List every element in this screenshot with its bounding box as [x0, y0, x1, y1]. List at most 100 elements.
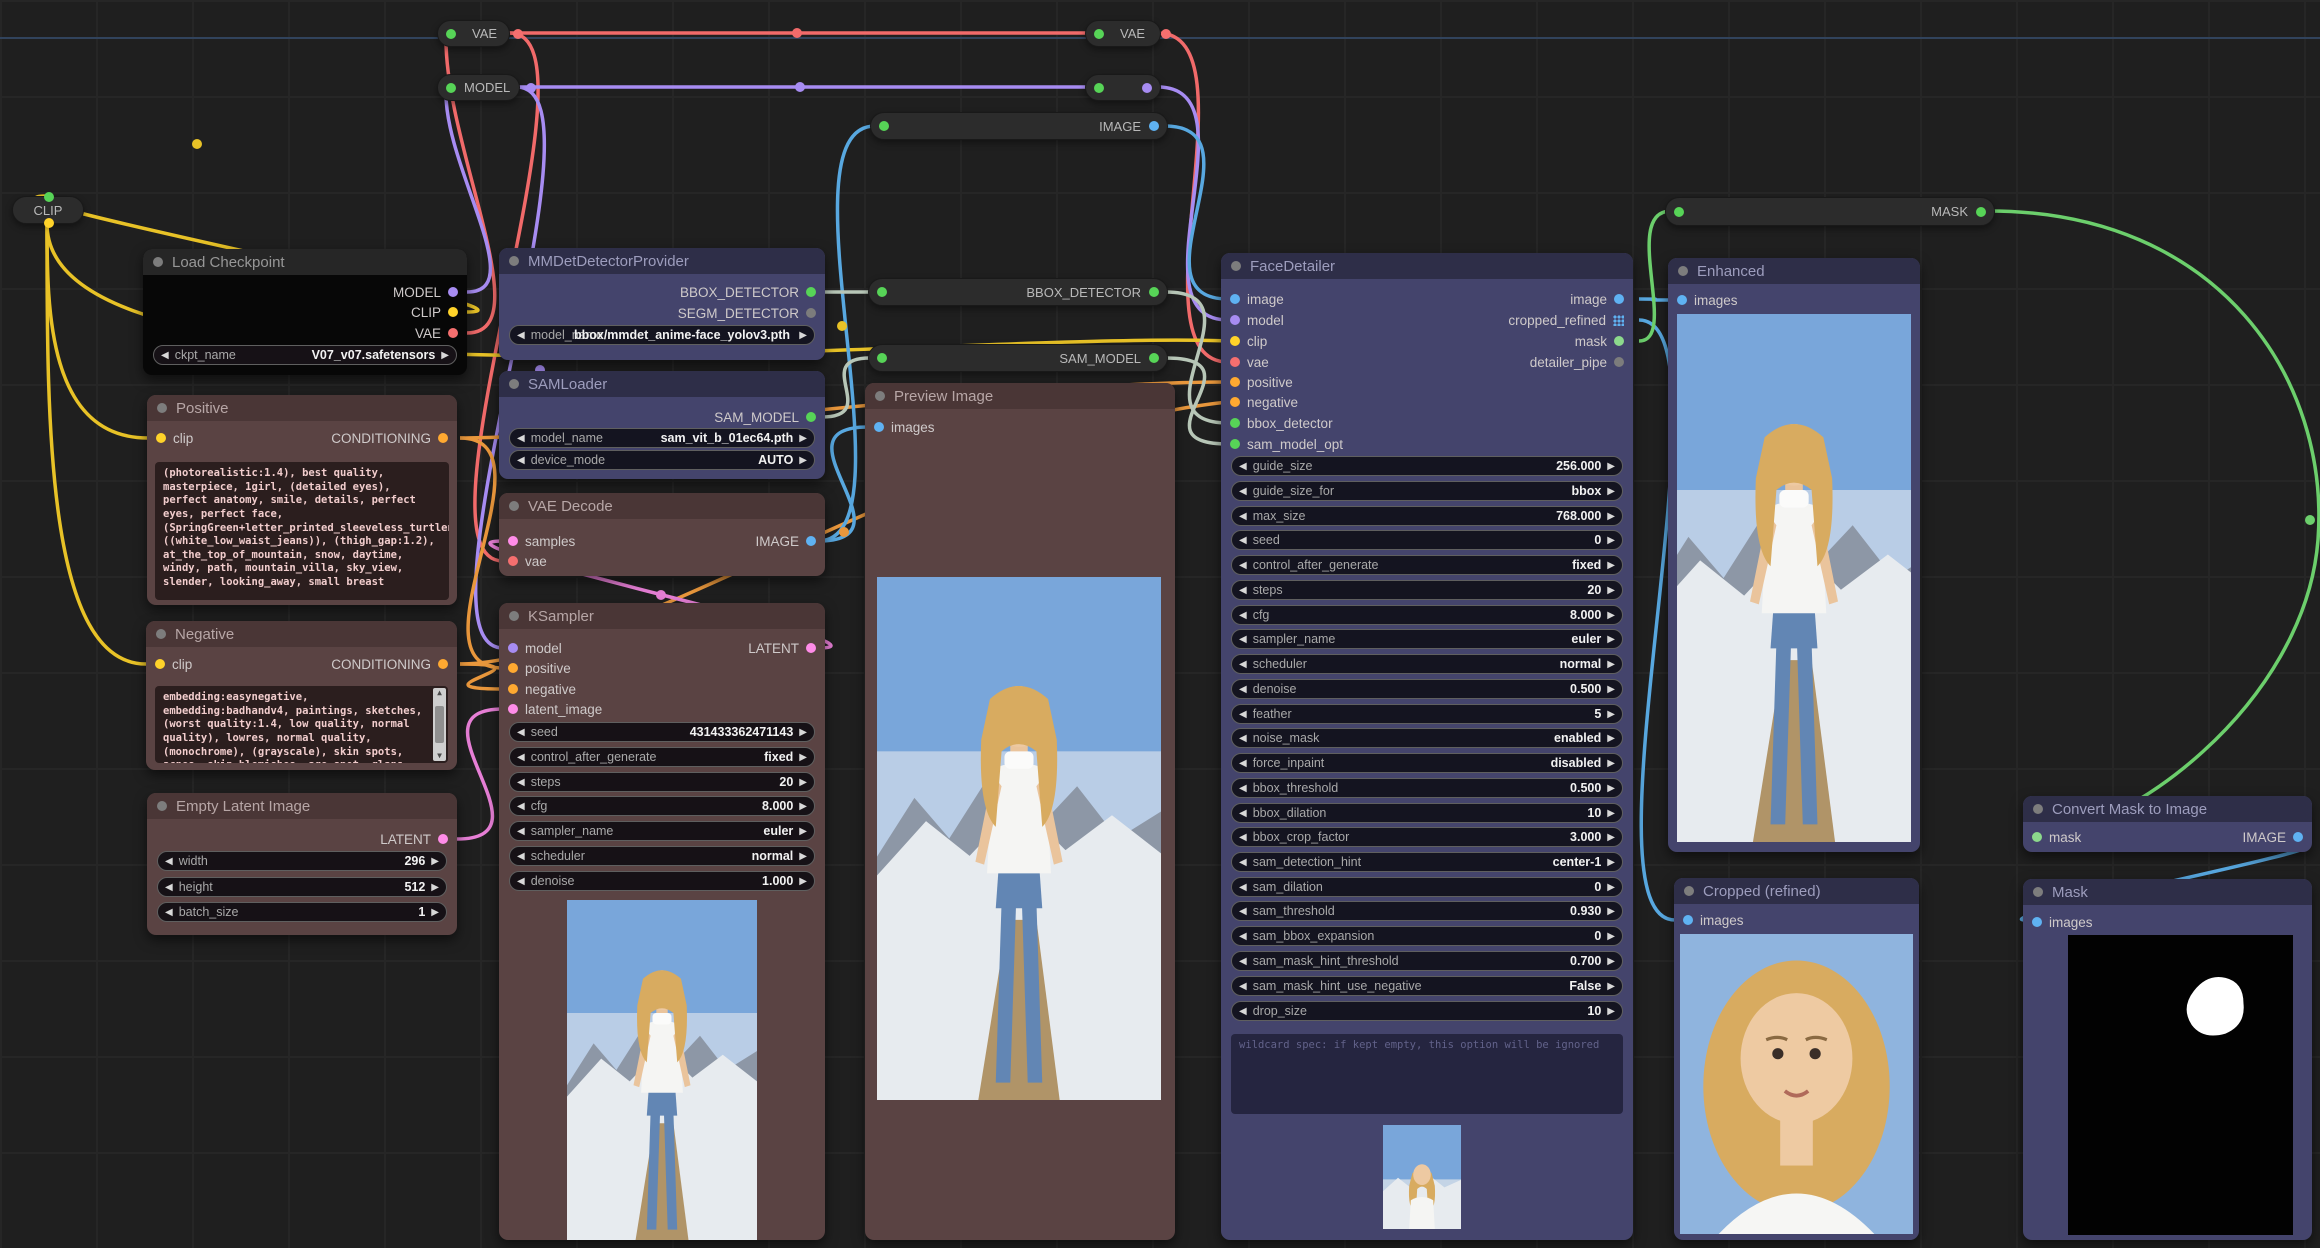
collapse-dot[interactable] — [2033, 887, 2043, 897]
widget-right-arrow[interactable]: ▶ — [1607, 511, 1615, 522]
widget-bbox-crop-factor[interactable]: ◀bbox_crop_factor3.000▶ — [1231, 827, 1623, 847]
node-header[interactable]: SAMLoader — [499, 371, 825, 397]
widget-model-name[interactable]: ◀model_namesam_vit_b_01ec64.pth▶ — [509, 428, 815, 448]
widget-left-arrow[interactable]: ◀ — [1239, 906, 1247, 917]
widget-right-arrow[interactable]: ▶ — [799, 752, 807, 763]
widget-left-arrow[interactable]: ◀ — [517, 330, 525, 341]
widget-batch-size[interactable]: ◀batch_size1▶ — [157, 902, 447, 922]
collapse-dot[interactable] — [509, 379, 519, 389]
widget-sam-mask-hint-threshold[interactable]: ◀sam_mask_hint_threshold0.700▶ — [1231, 951, 1623, 971]
collapse-dot[interactable] — [156, 629, 166, 639]
widget-right-arrow[interactable]: ▶ — [1607, 535, 1615, 546]
collapse-dot[interactable] — [153, 257, 163, 267]
reroute-output-dot[interactable] — [1149, 287, 1159, 297]
widget-left-arrow[interactable]: ◀ — [1239, 808, 1247, 819]
widget-right-arrow[interactable]: ▶ — [1607, 931, 1615, 942]
collapse-dot[interactable] — [509, 611, 519, 621]
widget-left-arrow[interactable]: ◀ — [165, 882, 173, 893]
link-dot[interactable] — [792, 28, 802, 38]
widget-left-arrow[interactable]: ◀ — [1239, 659, 1247, 670]
input-dot-bbox-detector[interactable] — [1230, 418, 1240, 428]
widget-right-arrow[interactable]: ▶ — [1607, 733, 1615, 744]
widget-right-arrow[interactable]: ▶ — [799, 777, 807, 788]
widget-left-arrow[interactable]: ◀ — [1239, 857, 1247, 868]
widget-right-arrow[interactable]: ▶ — [1607, 709, 1615, 720]
reroute-output-dot[interactable] — [513, 29, 523, 39]
widget-left-arrow[interactable]: ◀ — [1239, 1006, 1247, 1017]
widget-right-arrow[interactable]: ▶ — [441, 350, 449, 361]
reroute-input-dot[interactable] — [877, 287, 887, 297]
widget-seed[interactable]: ◀seed0▶ — [1231, 530, 1623, 550]
widget-left-arrow[interactable]: ◀ — [1239, 684, 1247, 695]
widget-right-arrow[interactable]: ▶ — [431, 856, 439, 867]
widget-denoise[interactable]: ◀denoise0.500▶ — [1231, 679, 1623, 699]
widget-scheduler[interactable]: ◀schedulernormal▶ — [1231, 654, 1623, 674]
link-dot[interactable] — [795, 82, 805, 92]
widget-right-arrow[interactable]: ▶ — [1607, 882, 1615, 893]
node-graph-canvas[interactable]: CLIP VAE MODEL VAE IMAGE BBOX_DETECTOR S… — [0, 0, 2320, 1248]
widget-sam-bbox-expansion[interactable]: ◀sam_bbox_expansion0▶ — [1231, 926, 1623, 946]
link-dot[interactable] — [837, 321, 847, 331]
node-header[interactable]: Cropped (refined) — [1674, 878, 1919, 904]
output-dot-conditioning[interactable] — [438, 659, 448, 669]
widget-right-arrow[interactable]: ▶ — [1607, 832, 1615, 843]
reroute-output-dot[interactable] — [44, 218, 54, 228]
widget-noise-mask[interactable]: ◀noise_maskenabled▶ — [1231, 728, 1623, 748]
reroute-output-dot[interactable] — [1149, 353, 1159, 363]
output-dot-segm-detector[interactable] — [806, 308, 816, 318]
reroute-model-right[interactable] — [1085, 74, 1161, 101]
reroute-input-dot[interactable] — [1094, 29, 1104, 39]
widget-right-arrow[interactable]: ▶ — [1607, 634, 1615, 645]
widget-right-arrow[interactable]: ▶ — [1607, 758, 1615, 769]
input-dot-negative[interactable] — [508, 684, 518, 694]
widget-force-inpaint[interactable]: ◀force_inpaintdisabled▶ — [1231, 753, 1623, 773]
reroute-input-dot[interactable] — [1674, 207, 1684, 217]
widget-left-arrow[interactable]: ◀ — [1239, 511, 1247, 522]
output-dot-image[interactable] — [1614, 294, 1624, 304]
output-dot-mask[interactable] — [1614, 336, 1624, 346]
widget-scheduler[interactable]: ◀schedulernormal▶ — [509, 846, 815, 866]
widget-drop-size[interactable]: ◀drop_size10▶ — [1231, 1001, 1623, 1021]
widget-left-arrow[interactable]: ◀ — [1239, 956, 1247, 967]
widget-left-arrow[interactable]: ◀ — [1239, 832, 1247, 843]
collapse-dot[interactable] — [509, 256, 519, 266]
collapse-dot[interactable] — [1231, 261, 1241, 271]
node-header[interactable]: Load Checkpoint — [143, 249, 467, 275]
widget-left-arrow[interactable]: ◀ — [517, 876, 525, 887]
input-dot-negative[interactable] — [1230, 397, 1240, 407]
node-header[interactable]: Enhanced — [1668, 258, 1920, 284]
link-dot[interactable] — [2305, 515, 2315, 525]
input-dot-positive[interactable] — [508, 663, 518, 673]
widget-guide-size-for[interactable]: ◀guide_size_forbbox▶ — [1231, 481, 1623, 501]
widget-right-arrow[interactable]: ▶ — [799, 826, 807, 837]
reroute-model-left[interactable]: MODEL — [437, 74, 520, 101]
widget-right-arrow[interactable]: ▶ — [799, 727, 807, 738]
widget-right-arrow[interactable]: ▶ — [1607, 857, 1615, 868]
positive-prompt-textarea[interactable]: (photorealistic:1.4), best quality, mast… — [155, 462, 449, 600]
output-dot-image[interactable] — [2293, 832, 2303, 842]
widget-sam-threshold[interactable]: ◀sam_threshold0.930▶ — [1231, 901, 1623, 921]
widget-right-arrow[interactable]: ▶ — [431, 907, 439, 918]
reroute-vae-left[interactable]: VAE — [437, 20, 510, 47]
node-header[interactable]: VAE Decode — [499, 493, 825, 519]
widget-left-arrow[interactable]: ◀ — [517, 851, 525, 862]
reroute-input-dot[interactable] — [1094, 83, 1104, 93]
scroll-down-icon[interactable]: ▼ — [437, 751, 442, 761]
output-dot-clip[interactable] — [448, 307, 458, 317]
widget-left-arrow[interactable]: ◀ — [1239, 733, 1247, 744]
widget-left-arrow[interactable]: ◀ — [517, 455, 525, 466]
reroute-output-dot[interactable] — [1149, 121, 1159, 131]
widget-right-arrow[interactable]: ▶ — [1607, 461, 1615, 472]
node-header[interactable]: Preview Image — [865, 383, 1175, 409]
widget-max-size[interactable]: ◀max_size768.000▶ — [1231, 506, 1623, 526]
widget-left-arrow[interactable]: ◀ — [1239, 560, 1247, 571]
widget-left-arrow[interactable]: ◀ — [1239, 931, 1247, 942]
output-dot-vae[interactable] — [448, 328, 458, 338]
widget-feather[interactable]: ◀feather5▶ — [1231, 704, 1623, 724]
reroute-sam-model[interactable]: SAM_MODEL — [868, 344, 1168, 372]
output-dot-latent[interactable] — [438, 834, 448, 844]
widget-right-arrow[interactable]: ▶ — [1607, 585, 1615, 596]
input-dot-vae[interactable] — [508, 556, 518, 566]
widget-width[interactable]: ◀width296▶ — [157, 851, 447, 871]
widget-left-arrow[interactable]: ◀ — [517, 752, 525, 763]
